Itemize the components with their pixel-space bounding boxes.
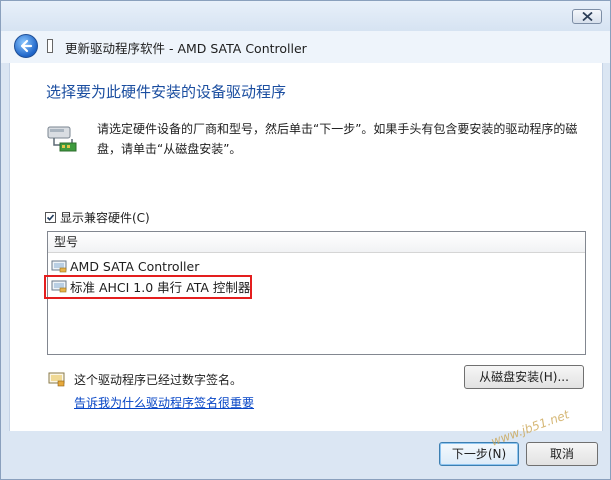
- driver-icon: [51, 260, 67, 272]
- model-column-header[interactable]: 型号: [48, 232, 585, 253]
- close-icon: [582, 12, 593, 21]
- next-button[interactable]: 下一步(N): [439, 442, 519, 466]
- compat-checkbox[interactable]: [45, 212, 56, 223]
- hardware-device-icon: [47, 126, 77, 152]
- list-item[interactable]: AMD SATA Controller: [51, 257, 199, 275]
- signature-info-link[interactable]: 告诉我为什么驱动程序签名很重要: [74, 394, 254, 411]
- window-title: 更新驱动程序软件 - AMD SATA Controller: [65, 41, 307, 56]
- instruction-text: 请选定硬件设备的厂商和型号，然后单击“下一步”。如果手头有包含要安装的驱动程序的…: [97, 122, 578, 156]
- show-compatible-hardware[interactable]: 显示兼容硬件(C): [45, 209, 150, 226]
- device-manager-icon: [47, 39, 53, 53]
- compat-label: 显示兼容硬件(C): [60, 211, 150, 225]
- page-heading: 选择要为此硬件安装的设备驱动程序: [46, 83, 287, 101]
- wizard-content: 选择要为此硬件安装的设备驱动程序 请选定硬件设备的厂商和型号，然后单击“下一步”…: [9, 63, 603, 431]
- checkmark-icon: [46, 214, 55, 221]
- have-disk-button[interactable]: 从磁盘安装(H)...: [464, 365, 584, 389]
- close-button[interactable]: [572, 9, 602, 24]
- cancel-button[interactable]: 取消: [526, 442, 598, 466]
- signed-driver-icon: [48, 372, 65, 387]
- back-arrow-icon: [20, 39, 33, 53]
- window-frame-top: [1, 1, 610, 31]
- back-button[interactable]: [14, 34, 38, 58]
- highlight-annotation: [44, 275, 252, 299]
- signature-status: 这个驱动程序已经过数字签名。: [74, 373, 243, 387]
- update-driver-window: 更新驱动程序软件 - AMD SATA Controller 选择要为此硬件安装…: [0, 0, 611, 480]
- list-item-label: AMD SATA Controller: [70, 258, 200, 274]
- wizard-header: 更新驱动程序软件 - AMD SATA Controller: [1, 31, 610, 63]
